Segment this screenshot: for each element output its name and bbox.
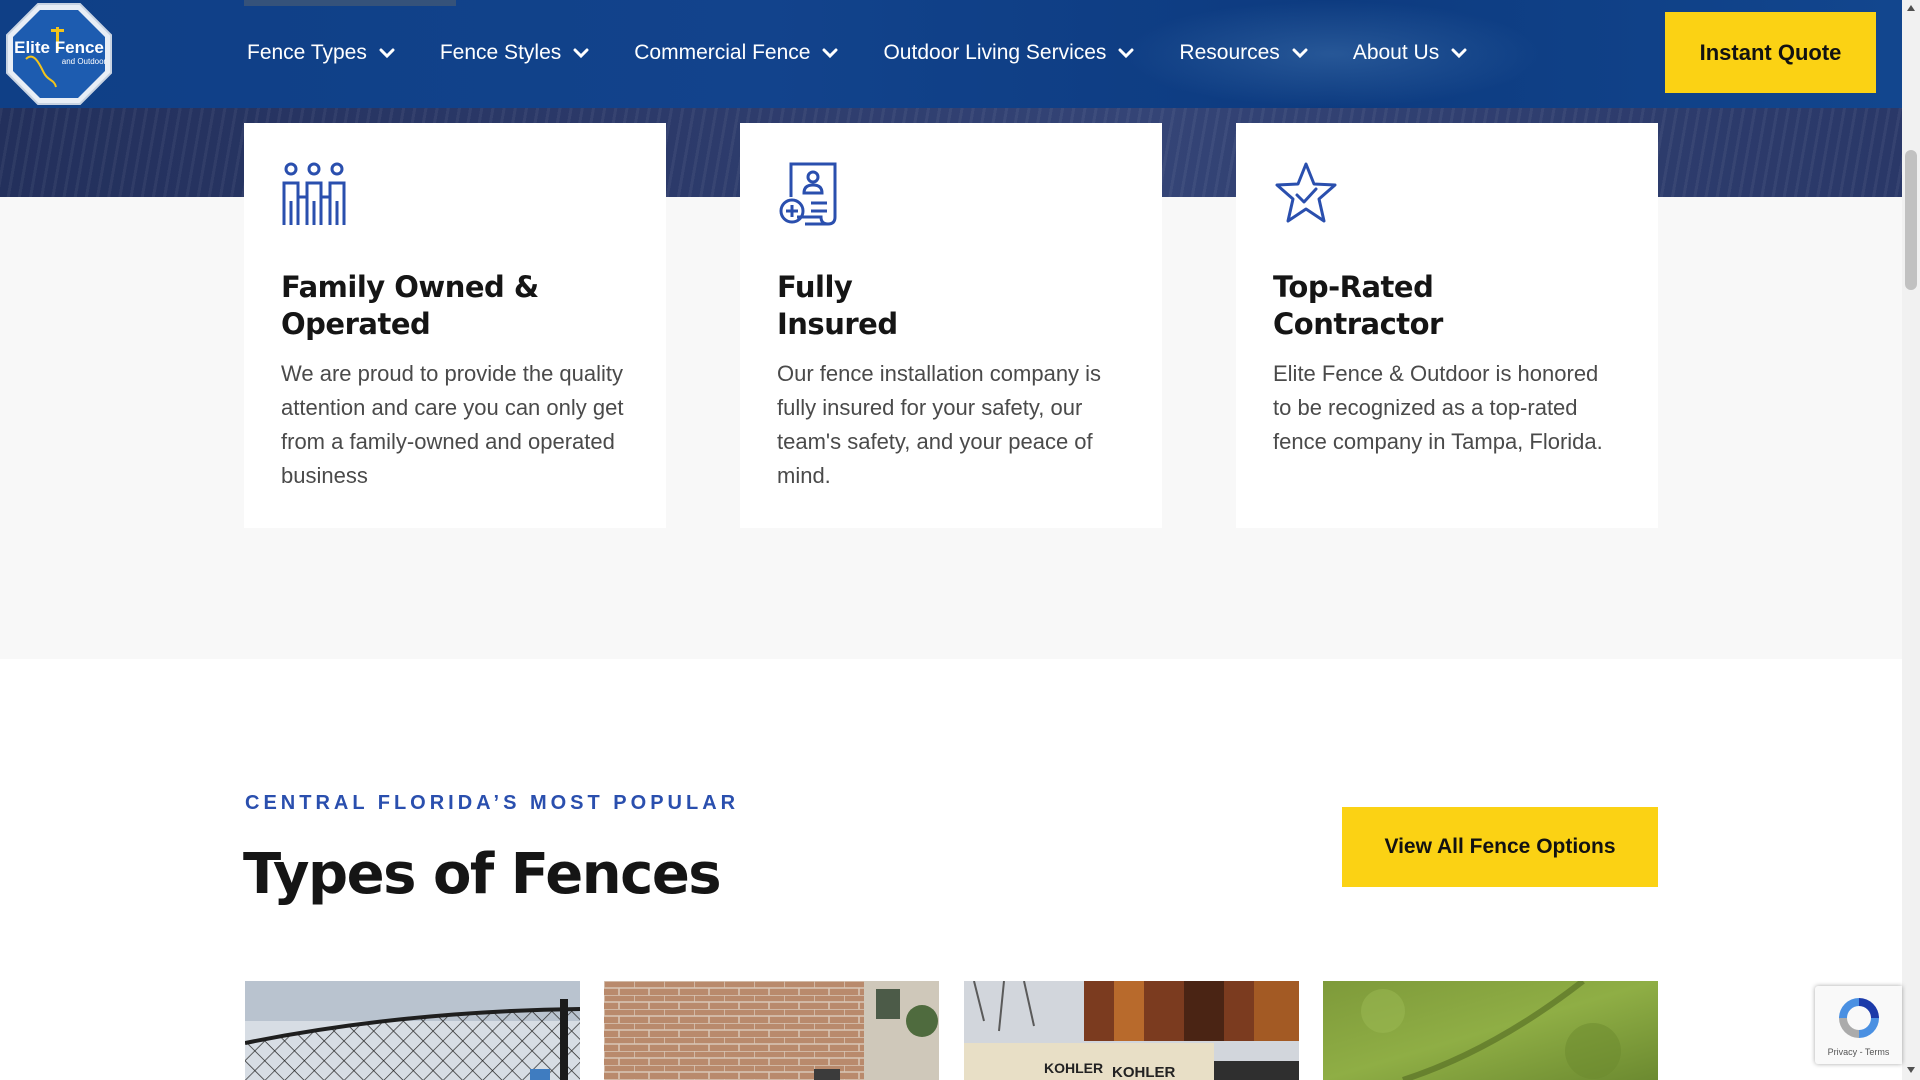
feature-title: Fully Insured: [777, 270, 898, 341]
scroll-down-arrow-icon[interactable]: [1906, 1066, 1916, 1074]
chevron-down-icon: [1292, 48, 1308, 58]
feature-text: Elite Fence & Outdoor is honored to be r…: [1273, 361, 1603, 454]
nav-about-us[interactable]: About Us: [1353, 41, 1467, 65]
section-title: Types of Fences: [243, 842, 722, 907]
chevron-down-icon: [1451, 48, 1467, 58]
kohler-sign-fence-photo[interactable]: KOHLER KOHLER: [964, 981, 1299, 1080]
nav-resources[interactable]: Resources: [1179, 41, 1308, 65]
logo-subtext: and Outdoor: [62, 57, 107, 66]
nav-outdoor-living-services[interactable]: Outdoor Living Services: [883, 41, 1134, 65]
star-check-icon: [1275, 162, 1337, 223]
sign-text: KOHLER: [1044, 1060, 1103, 1076]
main-nav: Fence Types Fence Styles Commercial Fenc…: [247, 0, 1512, 106]
nav-label: Resources: [1179, 41, 1280, 64]
feature-title: Top-Rated Contractor: [1273, 270, 1443, 341]
instant-quote-button[interactable]: Instant Quote: [1665, 12, 1876, 93]
nav-label: Fence Types: [247, 41, 367, 64]
feature-card-insured: Fully Insured Our fence installation com…: [740, 123, 1162, 528]
feature-title: Family Owned & Operated: [281, 270, 539, 341]
chevron-down-icon: [379, 48, 395, 58]
recaptcha-badge[interactable]: Privacy - Terms: [1815, 986, 1902, 1064]
nav-label: Commercial Fence: [634, 41, 811, 64]
features-section: Family Owned & Operated We are proud to …: [0, 123, 1902, 659]
nav-fence-types[interactable]: Fence Types: [247, 41, 395, 65]
nav-fence-styles[interactable]: Fence Styles: [440, 41, 589, 65]
chain-link-fence-photo[interactable]: [245, 981, 580, 1080]
brick-wall-photo[interactable]: [604, 981, 939, 1080]
chevron-down-icon: [573, 48, 589, 58]
recaptcha-icon: [1839, 998, 1879, 1038]
feature-text: Our fence installation company is fully …: [777, 361, 1102, 488]
nav-label: About Us: [1352, 41, 1440, 64]
recaptcha-links[interactable]: Privacy - Terms: [1815, 1047, 1902, 1057]
feature-text: We are proud to provide the quality atte…: [281, 361, 624, 488]
view-all-fence-options-button[interactable]: View All Fence Options: [1342, 807, 1658, 887]
chevron-down-icon: [822, 48, 838, 58]
logo[interactable]: Elite Fence and Outdoor: [4, 1, 114, 107]
insurance-certificate-icon: [779, 162, 837, 226]
section-eyebrow: CENTRAL FLORIDA’S MOST POPULAR: [245, 792, 740, 814]
scrollbar-thumb[interactable]: [1905, 150, 1917, 290]
nav-label: Fence Styles: [439, 41, 562, 64]
nav-label: Outdoor Living Services: [883, 41, 1107, 64]
grass-lawn-photo[interactable]: [1323, 981, 1658, 1080]
nav-commercial-fence[interactable]: Commercial Fence: [634, 41, 838, 65]
family-icon: [282, 162, 346, 225]
scroll-up-arrow-icon[interactable]: [1906, 4, 1916, 12]
chevron-down-icon: [1118, 48, 1134, 58]
logo-text: Elite Fence: [14, 38, 104, 57]
site-header: Elite Fence and Outdoor Fence Types Fenc…: [0, 0, 1902, 108]
sign-text: KOHLER: [1112, 1064, 1176, 1080]
feature-card-top-rated: Top-Rated Contractor Elite Fence & Outdo…: [1236, 123, 1658, 528]
feature-card-family: Family Owned & Operated We are proud to …: [244, 123, 666, 528]
